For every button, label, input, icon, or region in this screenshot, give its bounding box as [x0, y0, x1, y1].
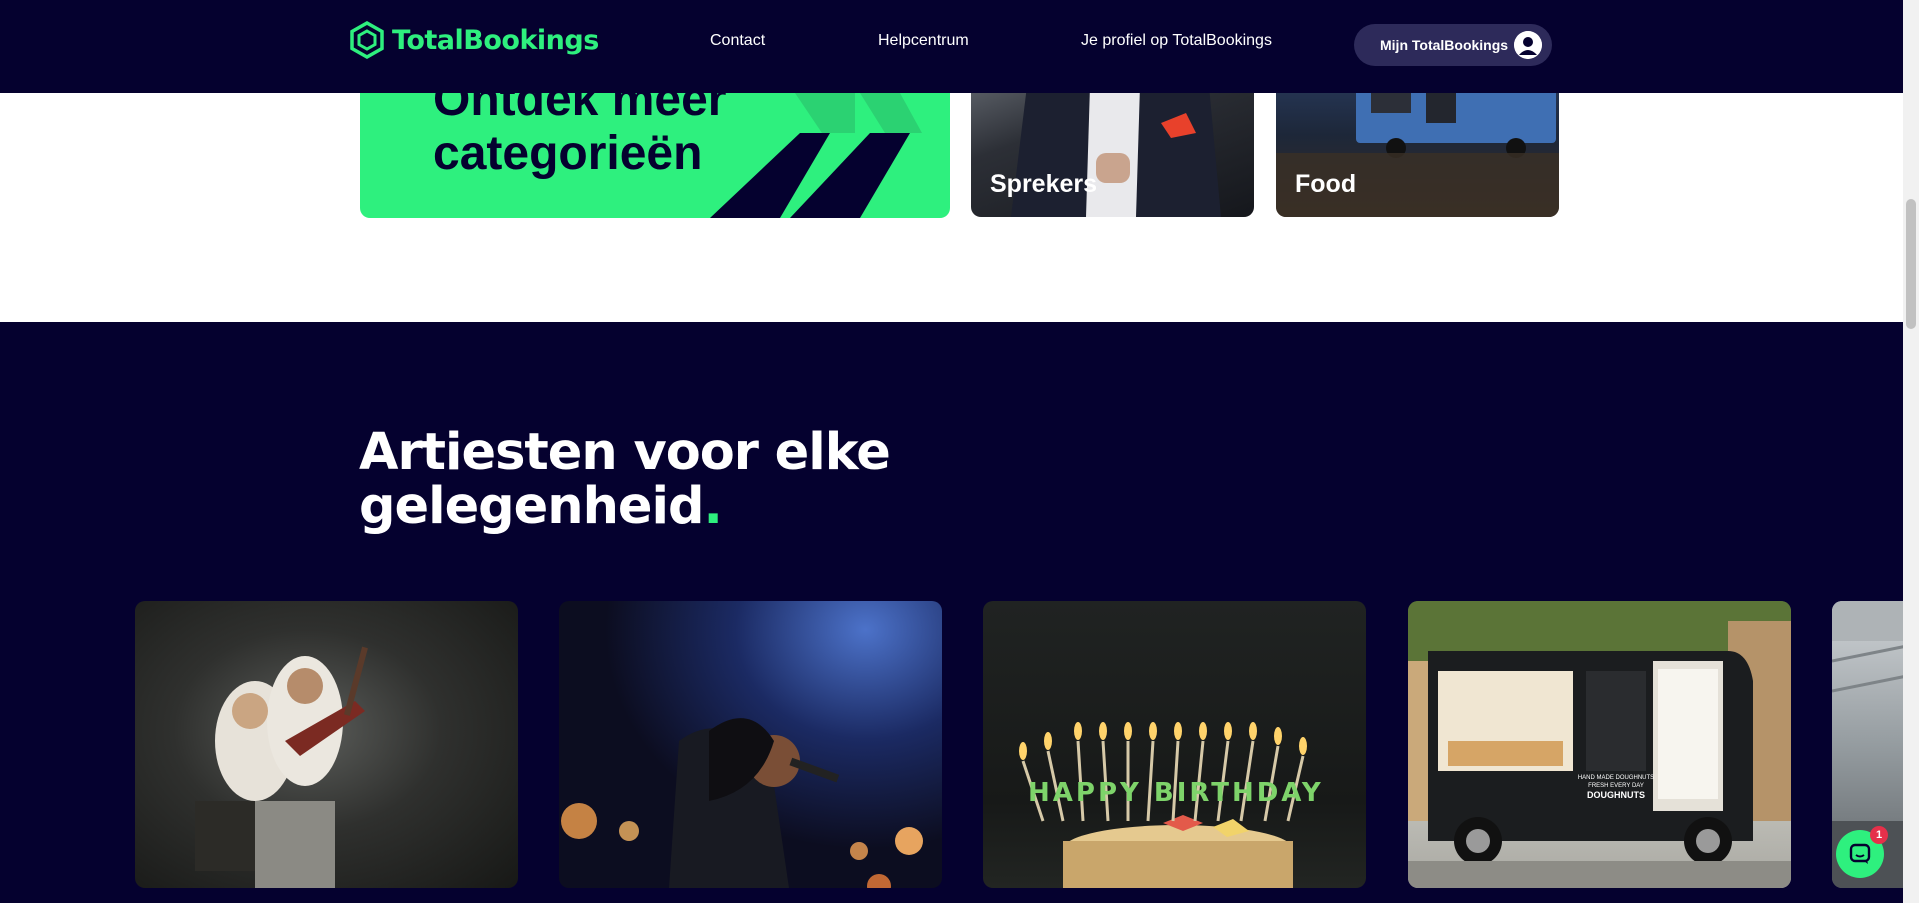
truck-sign-line-3: DOUGHNUTS	[1587, 790, 1645, 800]
section-title: Artiesten voor elke gelegenheid.	[359, 423, 891, 536]
artist-card[interactable]: HAPPY BIRTHDAY	[983, 601, 1366, 888]
nav-contact-link[interactable]: Contact	[710, 32, 765, 50]
artists-section: Artiesten voor elke gelegenheid. HAPPY B…	[0, 322, 1919, 903]
truck-sign-line-2: FRESH EVERY DAY	[1588, 783, 1644, 789]
category-tile-label: Food	[1295, 170, 1357, 198]
account-button[interactable]: Mijn TotalBookings	[1354, 24, 1552, 66]
user-avatar-icon	[1514, 31, 1542, 59]
truck-sign-line-1: HAND MADE DOUGHNUTS	[1578, 775, 1654, 781]
artist-card[interactable]	[559, 601, 942, 888]
artist-card[interactable]: HAND MADE DOUGHNUTS FRESH EVERY DAY DOUG…	[1408, 601, 1791, 888]
account-button-label: Mijn TotalBookings	[1380, 37, 1509, 53]
logo[interactable]: TotalBookings	[350, 21, 599, 59]
site-header: TotalBookings Contact Helpcentrum Je pro…	[0, 0, 1903, 93]
logo-text: TotalBookings	[392, 24, 599, 56]
section-title-dot: .	[703, 477, 722, 536]
musicians-photo	[195, 646, 368, 888]
chat-launcher-button[interactable]: 1	[1836, 826, 1888, 878]
chat-bubble-icon	[1849, 843, 1871, 864]
promo-line-2: categorieën	[433, 127, 703, 180]
page-scrollbar[interactable]	[1903, 0, 1919, 903]
categories-section: Ontdek meer categorieën Sprekers Food	[0, 53, 1903, 322]
nav-profile-link[interactable]: Je profiel op TotalBookings	[1081, 32, 1272, 50]
nav-help-link[interactable]: Helpcentrum	[878, 32, 969, 50]
singer-photo	[561, 718, 923, 888]
cake-letters: HAPPY BIRTHDAY	[1028, 778, 1324, 808]
artist-card[interactable]	[135, 601, 518, 888]
scrollbar-thumb[interactable]	[1906, 199, 1916, 329]
category-tile-label: Sprekers	[990, 170, 1098, 198]
logo-hexagon-icon	[350, 21, 384, 59]
section-title-line-1: Artiesten voor elke	[359, 423, 891, 482]
birthday-cake-photo: HAPPY BIRTHDAY	[1019, 722, 1324, 888]
section-title-line-2: gelegenheid	[359, 477, 704, 536]
chat-notification-badge: 1	[1870, 826, 1888, 844]
food-truck-photo: HAND MADE DOUGHNUTS FRESH EVERY DAY DOUG…	[1408, 601, 1791, 888]
